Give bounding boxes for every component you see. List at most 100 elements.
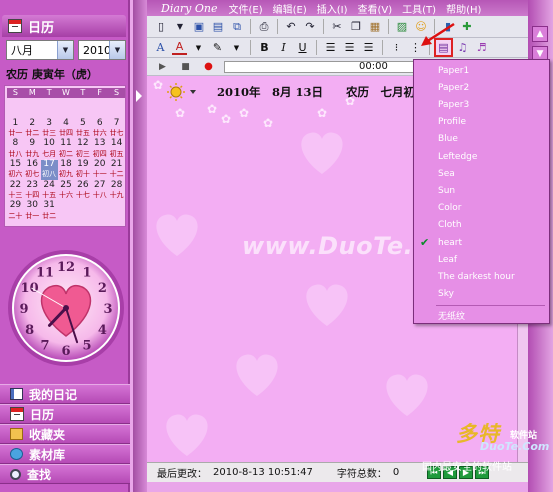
calendar-day[interactable]: 30 [24, 201, 41, 211]
underline-button[interactable]: U [295, 40, 310, 55]
align-right-icon[interactable]: ☰ [361, 40, 376, 55]
save-as-icon[interactable]: ▤ [210, 19, 226, 35]
sidebar-splitter[interactable] [133, 0, 147, 492]
play-icon[interactable]: ▶ [155, 59, 170, 74]
sidebar: 日历 八月 ▼ 2010 ▼ 农历 庚寅年（虎） SMTWTFS1234567廿… [0, 0, 130, 492]
highlight-color-icon[interactable]: ✎ [210, 40, 225, 55]
format-toolbar: A A ▼ ✎ ▼ B I U ☰ ☰ ☰ ⁝ ⋮ ▤ ♫ ♬ [147, 38, 528, 58]
month-select[interactable]: 八月 ▼ [6, 40, 74, 60]
calendar-day[interactable]: 28 [108, 180, 125, 191]
stop-icon[interactable]: ■ [178, 59, 193, 74]
plugin-icon[interactable]: ✚ [459, 19, 475, 35]
year-select[interactable]: 2010 ▼ [78, 40, 126, 60]
calendar-day[interactable]: 19 [74, 160, 91, 170]
undo-icon[interactable]: ↶ [283, 19, 299, 35]
font-icon[interactable]: A [153, 40, 168, 55]
print-icon[interactable]: ⎙ [256, 19, 272, 35]
calendar-day[interactable]: 10 [41, 139, 58, 149]
menu-help[interactable]: 帮助(H) [441, 1, 486, 16]
chevron-down-icon[interactable]: ▼ [172, 19, 188, 35]
paper-option-color[interactable]: Color [414, 200, 549, 217]
paper-option-profile[interactable]: Profile [414, 114, 549, 131]
sidebar-item-my-diary[interactable]: 我的日记 [0, 384, 130, 404]
save-icon[interactable]: ▣ [191, 19, 207, 35]
paper-option-label: Blue [438, 134, 458, 145]
calendar-day[interactable]: 13 [91, 139, 108, 149]
menu-insert[interactable]: 插入(I) [312, 1, 353, 16]
menu-file[interactable]: 文件(E) [223, 1, 267, 16]
paper-option-paper2[interactable]: Paper2 [414, 79, 549, 96]
calendar-day[interactable]: 31 [41, 201, 58, 211]
paper-option-paper1[interactable]: Paper1 [414, 62, 549, 79]
calendar-day[interactable]: 5 [74, 118, 91, 129]
chevron-down-icon[interactable]: ▼ [57, 41, 73, 59]
paper-option-none[interactable]: 无纸纹 [414, 307, 549, 324]
calendar-day[interactable]: 26 [74, 180, 91, 191]
calendar-day[interactable]: 22 [7, 180, 24, 191]
calendar-day[interactable]: 23 [24, 180, 41, 191]
paper-option-sky[interactable]: Sky [414, 286, 549, 303]
redo-icon[interactable]: ↷ [302, 19, 318, 35]
paper-option-leaf[interactable]: Leaf [414, 251, 549, 268]
calendar-day[interactable]: 9 [24, 139, 41, 149]
calendar-day[interactable]: 6 [91, 118, 108, 129]
record-icon[interactable]: ● [201, 59, 216, 74]
paper-option-blue[interactable]: Blue [414, 131, 549, 148]
calendar-day[interactable]: 4 [58, 118, 75, 129]
calendar-day[interactable]: 1 [7, 118, 24, 129]
paper-option-sea[interactable]: Sea [414, 165, 549, 182]
italic-button[interactable]: I [276, 40, 291, 55]
calendar-day[interactable]: 15 [7, 160, 24, 170]
chevron-down-icon[interactable]: ▼ [109, 41, 125, 59]
calendar-day[interactable]: 29 [7, 201, 24, 211]
calendar-day[interactable]: 7 [108, 118, 125, 129]
bullet-list-icon[interactable]: ⁝ [389, 40, 404, 55]
scroll-up-icon[interactable]: ▲ [532, 26, 548, 42]
paper-option-heart[interactable]: ✔ heart [414, 234, 549, 251]
copy-icon[interactable]: ❐ [348, 19, 364, 35]
sidebar-item-search[interactable]: 查找 [0, 464, 130, 484]
calendar-day[interactable]: 24 [41, 180, 58, 191]
calendar-day[interactable]: 17 [40, 160, 58, 171]
paper-option-cloth[interactable]: Cloth [414, 217, 549, 234]
paper-option-the-darkest-hour[interactable]: The darkest hour [414, 268, 549, 285]
bold-button[interactable]: B [257, 40, 272, 55]
paper-option-leftedge[interactable]: Leftedge [414, 148, 549, 165]
audio-progress-slider[interactable]: 00:00 [224, 60, 414, 73]
image-icon[interactable]: ▨ [394, 19, 410, 35]
paper-option-sun[interactable]: Sun [414, 182, 549, 199]
menu-view[interactable]: 查看(V) [353, 1, 398, 16]
calendar-day[interactable]: 12 [74, 139, 91, 149]
menu-edit[interactable]: 编辑(E) [268, 1, 312, 16]
paper-option-paper3[interactable]: Paper3 [414, 96, 549, 113]
paper-option-label: heart [438, 237, 462, 248]
menu-tools[interactable]: 工具(T) [397, 1, 441, 16]
align-left-icon[interactable]: ☰ [323, 40, 338, 55]
calendar-day[interactable]: 20 [91, 160, 108, 170]
sidebar-item-calendar[interactable]: 日历 [0, 404, 130, 424]
calendar-day[interactable]: 11 [58, 139, 75, 149]
calendar-day[interactable]: 27 [91, 180, 108, 191]
calendar-day[interactable]: 3 [41, 118, 58, 129]
paste-icon[interactable]: ▦ [367, 19, 383, 35]
calendar-lunar-day: 十九 [109, 190, 124, 199]
calendar-day[interactable]: 14 [108, 139, 125, 149]
new-icon[interactable]: ▯ [153, 19, 169, 35]
font-color-icon[interactable]: A [172, 40, 187, 55]
sidebar-item-favorites[interactable]: 收藏夹 [0, 424, 130, 444]
collapse-arrow-icon[interactable] [136, 90, 142, 102]
background-music-icon[interactable]: ♬ [474, 40, 489, 55]
calendar-day[interactable]: 2 [24, 118, 41, 129]
export-icon[interactable]: ⧉ [229, 19, 245, 35]
chevron-down-icon[interactable]: ▼ [229, 40, 244, 55]
chevron-down-icon[interactable]: ▼ [191, 40, 206, 55]
align-center-icon[interactable]: ☰ [342, 40, 357, 55]
sidebar-item-materials[interactable]: 素材库 [0, 444, 130, 464]
calendar-day[interactable]: 16 [24, 160, 41, 170]
calendar-day[interactable]: 8 [7, 139, 24, 149]
calendar-day[interactable]: 25 [58, 180, 75, 191]
calendar-day[interactable]: 21 [108, 160, 125, 170]
calendar-day[interactable]: 18 [58, 160, 75, 170]
cut-icon[interactable]: ✂ [329, 19, 345, 35]
weather-sun-icon[interactable] [167, 82, 203, 105]
